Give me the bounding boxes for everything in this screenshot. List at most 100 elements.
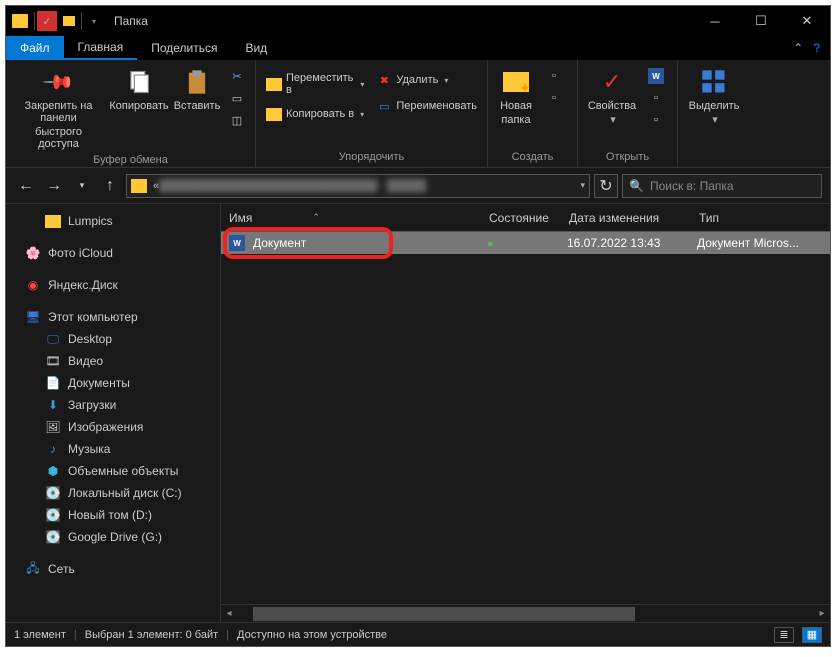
new-folder-button[interactable]: ✦ Новая папка — [494, 64, 538, 128]
view-icons-button[interactable]: ▦ — [802, 627, 822, 643]
sidebar-item-icloud[interactable]: 🌸Фото iCloud — [6, 242, 220, 264]
sidebar-item-lumpics[interactable]: Lumpics — [6, 210, 220, 232]
paste-shortcut-button[interactable]: ◫ — [225, 110, 249, 130]
history-button[interactable]: ▫ — [644, 110, 668, 130]
new-item-button[interactable]: ▫ — [542, 66, 566, 86]
shortcut-icon: ◫ — [229, 112, 245, 128]
scroll-left-button[interactable]: ◂ — [221, 606, 237, 622]
paste-button[interactable]: Вставить — [173, 64, 221, 114]
video-icon: 🎞 — [44, 353, 62, 369]
column-name[interactable]: Имя⌃ — [221, 211, 481, 225]
copy-button[interactable]: Копировать — [109, 64, 169, 114]
easy-access-button[interactable]: ▫ — [542, 88, 566, 108]
sidebar-item-diskd[interactable]: 💽Новый том (D:) — [6, 504, 220, 526]
ribbon: 📌 Закрепить на панели быстрого доступа К… — [6, 60, 830, 168]
pin-icon: 📌 — [36, 59, 81, 104]
sidebar-item-desktop[interactable]: 🖵Desktop — [6, 328, 220, 350]
scroll-right-button[interactable]: ▸ — [814, 606, 830, 622]
sidebar-item-video[interactable]: 🎞Видео — [6, 350, 220, 372]
objects3d-icon: ⬢ — [44, 463, 62, 479]
yadisk-icon: ◉ — [24, 277, 42, 293]
sidebar-item-diskc[interactable]: 💽Локальный диск (C:) — [6, 482, 220, 504]
column-date[interactable]: Дата изменения — [561, 211, 691, 225]
copy-path-button[interactable]: ▭ — [225, 88, 249, 108]
back-button[interactable]: ← — [14, 174, 38, 198]
tab-home[interactable]: Главная — [64, 36, 138, 60]
cut-button[interactable]: ✂ — [225, 66, 249, 86]
status-selection: Выбран 1 элемент: 0 байт — [85, 629, 218, 641]
delete-icon: ✖ — [376, 72, 392, 88]
edit-button[interactable]: ▫ — [644, 88, 668, 108]
sidebar-item-3dobjects[interactable]: ⬢Объемные объекты — [6, 460, 220, 482]
sidebar-item-music[interactable]: ♪Музыка — [6, 438, 220, 460]
sidebar-item-yadisk[interactable]: ◉Яндекс.Диск — [6, 274, 220, 296]
horizontal-scrollbar[interactable]: ◂ ▸ — [221, 604, 830, 622]
delete-button[interactable]: ✖ Удалить▾ — [372, 70, 481, 90]
file-row[interactable]: W Документ ● 16.07.2022 13:43 Документ M… — [221, 232, 830, 254]
word-icon: W — [648, 68, 664, 84]
sidebar-item-documents[interactable]: 📄Документы — [6, 372, 220, 394]
select-button[interactable]: Выделить ▾ — [684, 64, 744, 128]
column-type[interactable]: Тип — [691, 211, 830, 225]
folder-icon — [44, 213, 62, 229]
nav-pane[interactable]: Lumpics 🌸Фото iCloud ◉Яндекс.Диск 🖥Этот … — [6, 204, 221, 622]
up-button[interactable]: ↑ — [98, 174, 122, 198]
tab-view[interactable]: Вид — [231, 36, 281, 60]
downloads-icon: ⬇ — [44, 397, 62, 413]
pictures-icon: 🖼 — [44, 419, 62, 435]
nav-bar: ← → ▾ ↑ « ████████████████████████████ ›… — [6, 168, 830, 204]
tab-share[interactable]: Поделиться — [137, 36, 231, 60]
drive-icon: 💽 — [44, 485, 62, 501]
moveto-icon — [266, 76, 282, 92]
scroll-thumb[interactable] — [253, 607, 635, 621]
file-list[interactable]: W Документ ● 16.07.2022 13:43 Документ M… — [221, 232, 830, 604]
maximize-button[interactable]: ☐ — [738, 6, 784, 36]
pin-quickaccess-button[interactable]: 📌 Закрепить на панели быстрого доступа — [12, 64, 105, 152]
file-type: Документ Micros... — [689, 236, 807, 250]
sidebar-item-diskg[interactable]: 💽Google Drive (G:) — [6, 526, 220, 548]
tab-file[interactable]: Файл — [6, 36, 64, 60]
window-title: Папка — [114, 14, 148, 28]
help-button[interactable]: ? — [813, 41, 820, 55]
rename-icon: ▭ — [376, 98, 392, 114]
music-icon: ♪ — [44, 441, 62, 457]
icloud-icon: 🌸 — [24, 245, 42, 261]
copy-to-button[interactable]: Копировать в▾ — [262, 104, 368, 124]
qat-checkbox[interactable]: ✓ — [37, 11, 57, 31]
file-date: 16.07.2022 13:43 — [559, 236, 689, 250]
sidebar-item-pictures[interactable]: 🖼Изображения — [6, 416, 220, 438]
minimize-button[interactable]: ─ — [692, 6, 738, 36]
move-to-button[interactable]: Переместить в▾ — [262, 70, 368, 98]
select-icon — [698, 66, 730, 98]
forward-button[interactable]: → — [42, 174, 66, 198]
word-icon: W — [229, 235, 245, 251]
refresh-button[interactable]: ↻ — [594, 174, 618, 198]
search-box[interactable]: 🔍 Поиск в: Папка — [622, 174, 822, 198]
sidebar-item-downloads[interactable]: ⬇Загрузки — [6, 394, 220, 416]
sidebar-item-network[interactable]: 🖧Сеть — [6, 558, 220, 580]
rename-button[interactable]: ▭ Переименовать — [372, 96, 481, 116]
properties-button[interactable]: ✓ Свойства ▾ — [584, 64, 640, 128]
properties-icon: ✓ — [596, 66, 628, 98]
open-button[interactable]: W — [644, 66, 668, 86]
path-icon: ▭ — [229, 90, 245, 106]
search-icon: 🔍 — [629, 179, 644, 193]
pc-icon: 🖥 — [24, 309, 42, 325]
column-headers[interactable]: Имя⌃ Состояние Дата изменения Тип — [221, 204, 830, 232]
ribbon-collapse[interactable]: ⌃ — [793, 41, 803, 55]
quick-access-toolbar: ✓ ▾ — [34, 11, 104, 31]
recent-button[interactable]: ▾ — [70, 174, 94, 198]
sidebar-item-thispc[interactable]: 🖥Этот компьютер — [6, 306, 220, 328]
qat-item[interactable] — [59, 11, 79, 31]
status-count: 1 элемент — [14, 629, 66, 641]
qat-dropdown[interactable]: ▾ — [84, 11, 104, 31]
file-state: ● — [479, 236, 559, 250]
explorer-window: ✓ ▾ Папка ─ ☐ ✕ Файл Главная Поделиться … — [5, 5, 831, 647]
network-icon: 🖧 — [24, 561, 42, 577]
column-state[interactable]: Состояние — [481, 211, 561, 225]
address-bar[interactable]: « ████████████████████████████ › █████ ▾ — [126, 174, 590, 198]
sort-indicator-icon: ⌃ — [312, 212, 320, 223]
drive-icon: 💽 — [44, 507, 62, 523]
view-details-button[interactable]: ≣ — [774, 627, 794, 643]
close-button[interactable]: ✕ — [784, 6, 830, 36]
